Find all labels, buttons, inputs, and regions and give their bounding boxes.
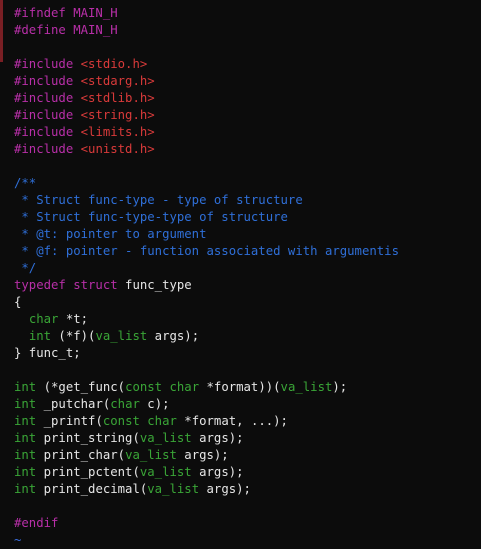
code-token: * @f: pointer - function associated with… xyxy=(14,244,399,258)
code-token: *format, ...); xyxy=(176,414,288,428)
code-token: * Struct func-type-type of structure xyxy=(14,210,288,224)
code-line[interactable]: typedef struct func_type xyxy=(14,277,399,294)
code-token: */ xyxy=(14,261,37,275)
code-token: args); xyxy=(147,329,200,343)
code-token: #include xyxy=(14,142,81,156)
code-line[interactable] xyxy=(14,362,399,379)
code-token: #include xyxy=(14,91,81,105)
code-line[interactable]: #include <limits.h> xyxy=(14,124,399,141)
code-token: int xyxy=(14,397,37,411)
code-line[interactable]: int print_string(va_list args); xyxy=(14,430,399,447)
code-token: *t; xyxy=(58,312,89,326)
code-token: char xyxy=(110,397,140,411)
code-token: _putchar( xyxy=(36,397,111,411)
code-token: print_pctent( xyxy=(36,465,140,479)
code-token: #endif xyxy=(14,516,59,530)
modified-line-marker xyxy=(0,0,3,62)
code-token: <unistd.h> xyxy=(80,142,155,156)
code-token: * Struct func-type - type of structure xyxy=(14,193,303,207)
code-token: <limits.h> xyxy=(80,125,155,139)
code-token: int xyxy=(14,380,37,394)
code-token: int xyxy=(14,448,37,462)
code-line[interactable]: int (*get_func(const char *format))(va_l… xyxy=(14,379,399,396)
code-line[interactable]: #include <stdio.h> xyxy=(14,56,399,73)
code-line[interactable]: #include <unistd.h> xyxy=(14,141,399,158)
code-token: #include xyxy=(14,108,81,122)
code-line[interactable]: int print_decimal(va_list args); xyxy=(14,481,399,498)
code-line[interactable]: char *t; xyxy=(14,311,399,328)
code-line[interactable] xyxy=(14,158,399,175)
code-line[interactable]: #define MAIN_H xyxy=(14,22,399,39)
code-token: int xyxy=(14,431,37,445)
code-line[interactable]: * Struct func-type-type of structure xyxy=(14,209,399,226)
code-line[interactable] xyxy=(14,39,399,56)
code-line[interactable]: * Struct func-type - type of structure xyxy=(14,192,399,209)
code-token: <stdlib.h> xyxy=(80,91,155,105)
code-token: (*f)( xyxy=(51,329,96,343)
code-token: int xyxy=(14,465,37,479)
code-token: (*get_func( xyxy=(36,380,126,394)
code-token: const char xyxy=(125,380,200,394)
code-line[interactable]: int print_pctent(va_list args); xyxy=(14,464,399,481)
code-token: ); xyxy=(332,380,348,394)
code-line[interactable]: #endif xyxy=(14,515,399,532)
code-token: c); xyxy=(139,397,170,411)
code-token: args); xyxy=(191,431,244,445)
code-token: print_char( xyxy=(36,448,126,462)
code-line[interactable]: { xyxy=(14,294,399,311)
code-editor[interactable]: #ifndef MAIN_H #define MAIN_H #include <st… xyxy=(0,0,481,548)
code-token: va_list xyxy=(95,329,148,343)
code-token: *format))( xyxy=(199,380,281,394)
code-token: va_list xyxy=(147,482,200,496)
code-line[interactable]: ~ xyxy=(14,532,399,549)
code-token: _printf( xyxy=(36,414,103,428)
code-token: { xyxy=(14,295,22,309)
code-token: args); xyxy=(176,448,229,462)
code-token: const char xyxy=(102,414,177,428)
code-token: print_string( xyxy=(36,431,140,445)
code-token: int xyxy=(14,482,37,496)
code-line[interactable]: /** xyxy=(14,175,399,192)
code-token: <string.h> xyxy=(80,108,155,122)
code-line[interactable]: #ifndef MAIN_H xyxy=(14,5,399,22)
code-token: args); xyxy=(199,482,251,496)
code-token: typedef struct xyxy=(14,278,118,292)
code-token: #ifndef MAIN_H xyxy=(14,6,118,20)
code-token: print_decimal( xyxy=(36,482,148,496)
code-line[interactable]: } func_t; xyxy=(14,345,399,362)
code-token: #include xyxy=(14,125,81,139)
code-line[interactable]: int _printf(const char *format, ...); xyxy=(14,413,399,430)
code-token: va_list xyxy=(125,448,177,462)
code-token: #include xyxy=(14,57,81,71)
code-line[interactable]: * @t: pointer to argument xyxy=(14,226,399,243)
code-line[interactable]: #include <string.h> xyxy=(14,107,399,124)
code-line[interactable]: int _putchar(char c); xyxy=(14,396,399,413)
code-token: int xyxy=(14,414,37,428)
code-token: func_type xyxy=(117,278,192,292)
code-token: int xyxy=(28,329,52,343)
code-line[interactable] xyxy=(14,498,399,515)
code-line[interactable]: int print_char(va_list args); xyxy=(14,447,399,464)
code-token: * @t: pointer to argument xyxy=(14,227,207,241)
code-token: <stdio.h> xyxy=(80,57,148,71)
code-token: va_list xyxy=(280,380,333,394)
code-token: char xyxy=(28,312,59,326)
code-token: <stdarg.h> xyxy=(80,74,155,88)
code-token: } func_t; xyxy=(14,346,81,360)
code-token: va_list xyxy=(139,431,192,445)
code-line[interactable]: */ xyxy=(14,260,399,277)
code-token: #include xyxy=(14,74,81,88)
code-line[interactable]: #include <stdarg.h> xyxy=(14,73,399,90)
empty-line-tilde: ~ xyxy=(14,533,22,547)
code-buffer[interactable]: #ifndef MAIN_H #define MAIN_H #include <st… xyxy=(14,5,399,549)
code-line[interactable]: #include <stdlib.h> xyxy=(14,90,399,107)
code-token: #define MAIN_H xyxy=(14,23,118,37)
code-token: args); xyxy=(191,465,244,479)
code-line[interactable]: int (*f)(va_list args); xyxy=(14,328,399,345)
code-token: va_list xyxy=(139,465,192,479)
code-line[interactable]: * @f: pointer - function associated with… xyxy=(14,243,399,260)
code-token: /** xyxy=(14,176,37,190)
